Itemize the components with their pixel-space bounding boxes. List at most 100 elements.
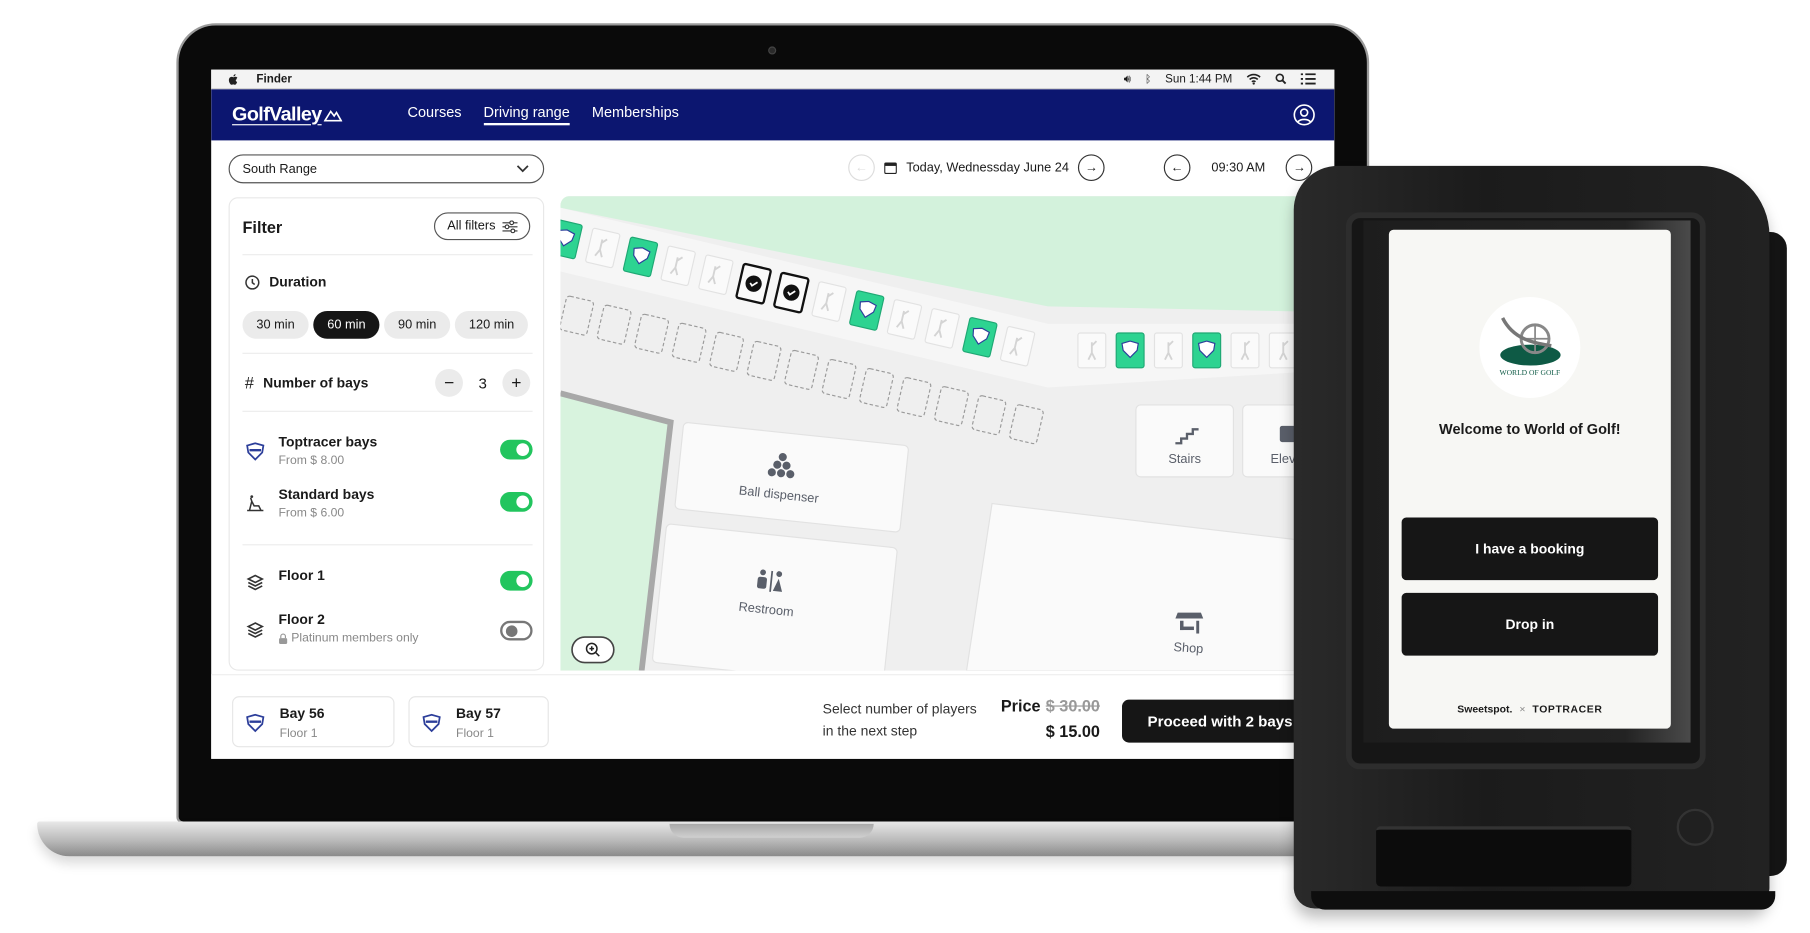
shop-room[interactable]	[965, 502, 1335, 671]
bays-count-label: Number of bays	[263, 374, 369, 392]
floor-2-toggle[interactable]	[500, 620, 533, 641]
bay-floor: Floor 1	[455, 726, 494, 741]
ball-dispenser-room[interactable]: Ball dispenser	[674, 422, 909, 533]
menubar-status: 🔊︎ ᛒ Sun 1:44 PM	[1124, 73, 1316, 86]
wifi-icon[interactable]	[1246, 73, 1261, 85]
duration-chips: 30 min 60 min 90 min 120 min	[242, 310, 529, 339]
filter-title: Filter	[242, 218, 283, 237]
apple-icon[interactable]	[227, 73, 240, 86]
golfvalley-logo[interactable]: GolfValley	[232, 103, 343, 126]
selected-bay-card[interactable]: Bay 57 Floor 1	[408, 696, 549, 748]
range-map[interactable]: Ball dispenser Restroom Shop Stairs	[560, 196, 1335, 671]
floor-1-name: Floor 1	[278, 567, 325, 584]
nav-courses[interactable]: Courses	[408, 104, 462, 125]
divider	[242, 410, 533, 412]
user-account-icon[interactable]	[1293, 103, 1316, 126]
divider	[242, 544, 533, 546]
nav-links: Courses Driving range Memberships	[408, 104, 679, 126]
globe-icon: WORLD OF GOLF	[1500, 317, 1561, 377]
nav-driving-range[interactable]: Driving range	[483, 104, 570, 126]
next-date-button[interactable]: →	[1078, 154, 1105, 182]
time-label[interactable]: 09:30 AM	[1211, 161, 1265, 175]
bay-unavailable[interactable]	[1153, 332, 1183, 369]
clock[interactable]: Sun 1:44 PM	[1165, 73, 1232, 86]
floor-2-note-text: Platinum members only	[291, 631, 419, 646]
have-booking-button[interactable]: I have a booking	[1401, 517, 1659, 581]
bay-unavailable[interactable]	[1077, 332, 1107, 369]
bluetooth-icon[interactable]: ᛒ	[1145, 73, 1151, 85]
bay-slot-empty	[596, 304, 632, 345]
layers-icon	[246, 622, 265, 638]
footer-separator: ×	[1519, 703, 1526, 715]
top-nav: GolfValley Courses Driving range Members…	[211, 89, 1335, 141]
layers-icon	[246, 574, 265, 591]
calendar-icon	[884, 162, 897, 175]
duration-90[interactable]: 90 min	[384, 310, 451, 339]
decrement-button[interactable]: −	[435, 368, 463, 397]
search-icon[interactable]	[1275, 73, 1287, 85]
bay-slot-empty	[634, 313, 669, 354]
bays-count-stepper: − 3 +	[435, 368, 531, 397]
date-picker: ← Today, Wednessday June 24 →	[848, 154, 1105, 182]
bays-count-row: # Number of bays	[245, 374, 369, 393]
bay-unavailable[interactable]	[1230, 332, 1260, 369]
increment-button[interactable]: +	[502, 368, 531, 397]
restroom-room[interactable]: Restroom	[652, 523, 898, 671]
duration-30[interactable]: 30 min	[242, 310, 309, 339]
date-label[interactable]: Today, Wednessday June 24	[906, 161, 1069, 175]
standard-bays-name: Standard bays	[278, 486, 375, 503]
kiosk-footer: Sweetspot. × TOPTRACER	[1389, 703, 1671, 715]
grass-area-left	[560, 393, 671, 671]
laptop-notch	[669, 823, 874, 838]
mountain-icon	[323, 109, 343, 122]
bay-slot-empty	[746, 340, 782, 381]
range-select-value: South Range	[242, 161, 318, 176]
zoom-in-button[interactable]	[571, 636, 615, 664]
selected-bay-card[interactable]: Bay 56 Floor 1	[232, 696, 395, 748]
range-select[interactable]: South Range	[228, 154, 545, 184]
kiosk-screen: WORLD OF GOLF Welcome to World of Golf! …	[1388, 229, 1671, 729]
floor-1-toggle[interactable]	[500, 570, 533, 591]
toptracer-icon	[246, 442, 265, 461]
stairs-room[interactable]: Stairs	[1135, 404, 1234, 478]
standard-bays-toggle[interactable]	[500, 491, 533, 512]
old-price: $ 30.00	[1045, 696, 1100, 715]
clock-icon	[245, 274, 260, 290]
all-filters-button[interactable]: All filters	[434, 212, 531, 241]
kiosk-button[interactable]	[1676, 808, 1714, 846]
logo-text: GolfValley	[232, 103, 322, 126]
duration-label: Duration	[269, 273, 327, 291]
app-name[interactable]: Finder	[256, 73, 291, 86]
list-icon[interactable]	[1300, 73, 1316, 85]
toptracer-bays-name: Toptracer bays	[278, 433, 378, 451]
shop-label: Shop	[1173, 639, 1204, 656]
lock-icon	[279, 632, 288, 644]
floor-2-note: Platinum members only	[278, 631, 419, 646]
players-hint: Select number of players in the next ste…	[822, 700, 977, 740]
bay-slot-empty	[1009, 404, 1044, 445]
price-label: Price	[1000, 696, 1041, 715]
prev-time-button[interactable]: ←	[1163, 154, 1191, 182]
duration-120[interactable]: 120 min	[454, 310, 529, 339]
logo-text: WORLD OF GOLF	[1500, 368, 1561, 377]
toptracer-icon	[246, 713, 265, 733]
bay-name: Bay 57	[455, 705, 501, 722]
bays-count-value: 3	[478, 374, 487, 392]
prev-date-button[interactable]: ←	[848, 154, 875, 182]
bay-name: Bay 56	[279, 705, 325, 722]
bay-available[interactable]	[1192, 332, 1222, 369]
bay-available[interactable]	[1115, 332, 1145, 369]
floor-1-option: Floor 1	[243, 565, 533, 604]
world-of-golf-logo: WORLD OF GOLF	[1479, 297, 1581, 398]
nav-memberships[interactable]: Memberships	[592, 104, 679, 125]
toptracer-bays-toggle[interactable]	[500, 439, 533, 460]
price-block: Price $ 30.00 $ 15.00	[992, 696, 1100, 740]
arrow-right-icon: →	[1293, 160, 1306, 175]
sliders-icon	[502, 219, 518, 233]
divider	[242, 352, 533, 354]
duration-60[interactable]: 60 min	[313, 310, 380, 339]
golfer-icon	[247, 495, 264, 512]
toptracer-icon	[422, 713, 441, 733]
drop-in-button[interactable]: Drop in	[1401, 592, 1659, 656]
volume-icon[interactable]: 🔊︎	[1124, 73, 1131, 86]
